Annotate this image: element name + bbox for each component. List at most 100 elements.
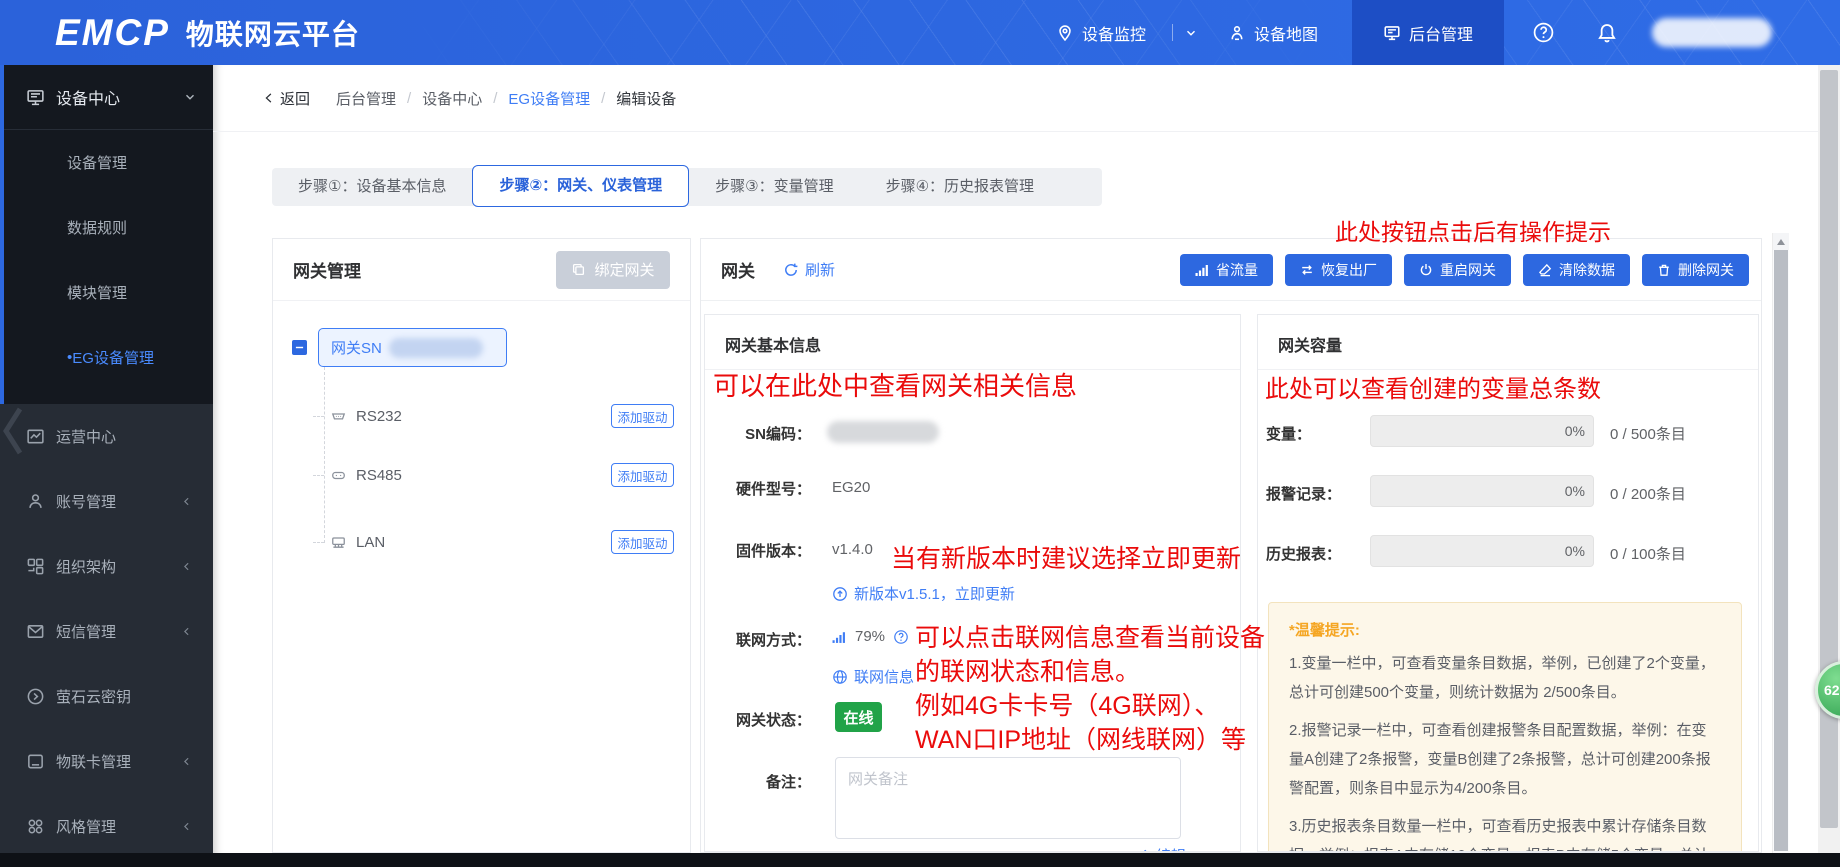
warm-tip-title: *温馨提示: [1289,622,1360,639]
circle-arrow-icon [26,687,45,706]
sidebar-item-style-management[interactable]: 风格管理 [0,794,213,859]
brand-logo: EMCP 物联网云平台 [55,0,360,65]
serial-port-icon [330,408,347,425]
sidebar-item-eg-device-management[interactable]: • EG设备管理 [4,325,213,390]
capacity-report-count: 0 / 100条目 [1610,546,1686,563]
sidebar-item-iot-card-management[interactable]: 物联卡管理 [0,729,213,794]
sidebar-item-sms-management[interactable]: 短信管理 [0,599,213,664]
lan-port-icon [330,534,347,551]
gateway-basic-info-box: 网关基本信息 SN编码： 硬件型号： EG20 固件版本： v1.4.0 新版本… [704,314,1241,852]
nav-device-monitor[interactable]: 设备监控 [1056,0,1146,65]
sidebar-item-device-management[interactable]: 设备管理 [4,130,213,195]
breadcrumb-eg-device[interactable]: EG设备管理 [508,88,590,109]
sidebar: 设备中心 设备管理 数据规则 模块管理 • EG设备管理 运营中心 账号管理 组… [0,65,213,853]
org-icon [26,557,45,576]
tree-node-lan[interactable]: LAN 添加驱动 [313,527,674,557]
capacity-alarm-count: 0 / 200条目 [1610,486,1686,503]
sidebar-item-org-structure[interactable]: 组织架构 [0,534,213,599]
reboot-gateway-button[interactable]: 重启网关 [1404,253,1511,286]
net-info-label: 联网信息 [854,669,915,686]
help-icon [1532,21,1555,44]
nav-help[interactable] [1532,0,1555,65]
card-icon [26,752,45,771]
tree-collapse-toggle[interactable] [292,340,307,355]
sidebar-section-device-center: 设备中心 设备管理 数据规则 模块管理 • EG设备管理 [0,65,213,404]
breadcrumb-admin[interactable]: 后台管理 [336,88,396,109]
add-driver-button-lan[interactable]: 添加驱动 [611,530,674,554]
sidebar-label: 运营中心 [56,429,117,446]
tab-step1-basic-info[interactable]: 步骤①：设备基本信息 [272,168,472,206]
sidebar-item-ys-cloud-key[interactable]: 萤石云密钥 [0,664,213,729]
nav-admin[interactable]: 后台管理 [1352,0,1504,65]
sidebar-collapse-handle[interactable] [0,401,26,461]
sidebar-item-module-management[interactable]: 模块管理 [4,260,213,325]
badge-value: 62 [1824,682,1840,698]
sidebar-label: 物联卡管理 [56,754,132,771]
warm-tip-paragraph: 3.历史报表条目数量一栏中，可查看历史报表中累计存储条目数据，举例：报表A中存储… [1289,818,1709,851]
back-button[interactable]: 返回 [263,88,310,109]
question-circle-icon[interactable] [893,629,909,645]
remark-textarea[interactable] [835,757,1181,839]
nav-notifications[interactable] [1596,0,1618,65]
sidebar-item-operation-center[interactable]: 运营中心 [0,404,213,469]
sidebar-item-account-management[interactable]: 账号管理 [0,469,213,534]
scrollbar-up-button[interactable] [1773,233,1789,250]
sidebar-label: 短信管理 [56,624,117,641]
gateway-tree-header: 网关管理 绑定网关 [273,239,690,301]
tab-step2-gateway-meter[interactable]: 步骤②：网关、仪表管理 [472,165,690,207]
tree-connector-stub [313,474,324,476]
user-account-redacted[interactable] [1652,18,1772,47]
clear-data-button[interactable]: 清除数据 [1523,253,1630,286]
gateway-title: 网关 [721,262,755,281]
bottom-window-edge [0,853,1840,867]
breadcrumb-separator: / [407,89,412,107]
gateway-tree: 网关SN RS232 添加驱动 RS485 添加驱动 LAN 添加驱动 [273,301,690,852]
hw-label: 硬件型号： [735,481,811,498]
tab-step3-variables[interactable]: 步骤③：变量管理 [689,168,859,206]
factory-reset-button[interactable]: 恢复出厂 [1285,253,1392,286]
trash-icon [1657,263,1671,277]
fw-label: 固件版本： [735,543,811,560]
add-driver-button-rs232[interactable]: 添加驱动 [611,404,674,428]
delete-gateway-button[interactable]: 删除网关 [1642,253,1749,286]
capacity-var-label: 变量： [1266,426,1312,443]
nav-monitor-dropdown[interactable] [1184,0,1198,65]
tab-step4-history-report[interactable]: 步骤④：历史报表管理 [860,168,1060,206]
button-label: 清除数据 [1559,261,1615,278]
edit-remark-link[interactable]: 编辑 [1135,845,1186,851]
sidebar-item-device-center[interactable]: 设备中心 [4,65,213,129]
monitor-icon [1383,24,1401,42]
globe-icon [832,669,848,685]
panel-title: 网关管理 [293,262,361,281]
add-driver-button-rs485[interactable]: 添加驱动 [611,463,674,487]
fw-value: v1.4.0 [832,541,873,558]
capacity-report-label: 历史报表： [1266,546,1342,563]
main-content: 返回 后台管理 / 设备中心 / EG设备管理 / 编辑设备 步骤①：设备基本信… [213,65,1840,853]
sidebar-item-data-rules[interactable]: 数据规则 [4,195,213,260]
nav-monitor-label: 设备监控 [1082,26,1147,44]
chevron-down-icon [1184,26,1198,40]
sn-value-redacted [827,421,939,443]
nav-divider [1172,24,1173,41]
scrollbar-thumb[interactable] [1774,250,1788,851]
tree-root-gateway-sn[interactable]: 网关SN [318,328,507,367]
bell-icon [1596,22,1618,44]
save-data-button[interactable]: 省流量 [1180,253,1273,286]
bind-gateway-button[interactable]: 绑定网关 [556,250,670,289]
firmware-update-link[interactable]: 新版本v1.5.1，立即更新 [832,583,1015,604]
copy-icon [571,262,586,277]
nav-device-map[interactable]: 设备地图 [1228,0,1318,65]
tree-node-rs232[interactable]: RS232 添加驱动 [313,401,674,431]
chevron-left-icon [180,625,193,638]
breadcrumb-separator: / [601,89,606,107]
breadcrumb-device-center[interactable]: 设备中心 [422,88,482,109]
tree-node-rs485[interactable]: RS485 添加驱动 [313,460,674,490]
bind-gateway-label: 绑定网关 [594,262,655,279]
net-info-link[interactable]: 联网信息 [832,666,914,687]
refresh-button[interactable]: 刷新 [783,259,835,280]
eraser-icon [1538,263,1552,277]
chevron-left-icon [180,820,193,833]
monitor-icon [26,88,45,107]
swap-arrows-icon [1300,263,1314,277]
capacity-var-progressbar: 0% [1370,415,1594,447]
